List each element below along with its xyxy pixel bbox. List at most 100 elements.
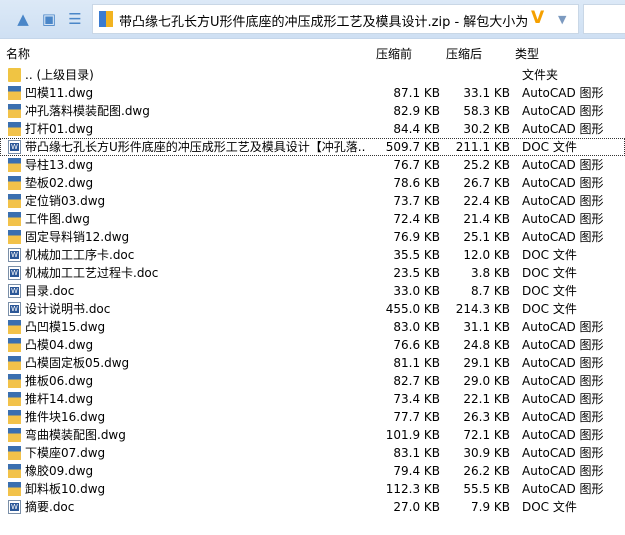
logo-v-icon: V — [531, 8, 545, 28]
file-row[interactable]: 固定导料销12.dwg 76.9 KB 25.1 KB AutoCAD 图形 — [0, 228, 625, 246]
column-header: 名称 压缩前 压缩后 类型 — [0, 42, 625, 62]
file-name: 推板06.dwg — [25, 374, 94, 388]
arrow-up-icon[interactable]: ▲ — [14, 10, 32, 28]
file-type: AutoCAD 图形 — [522, 230, 604, 244]
dwg-file-icon — [8, 320, 21, 334]
file-name: 冲孔落料模装配图.dwg — [25, 104, 150, 118]
file-type: AutoCAD 图形 — [522, 176, 604, 190]
address-bar[interactable]: 带凸缘七孔长方U形件底座的冲压成形工艺及模具设计.zip - 解包大小为 2.5… — [92, 4, 579, 34]
file-row[interactable]: 机械加工工序卡.doc 35.5 KB 12.0 KB DOC 文件 — [0, 246, 625, 264]
size-before: 76.6 KB — [393, 338, 440, 352]
file-row[interactable]: 工件图.dwg 72.4 KB 21.4 KB AutoCAD 图形 — [0, 210, 625, 228]
size-before: 76.7 KB — [393, 158, 440, 172]
list-icon[interactable]: ☰ — [66, 10, 84, 28]
file-row[interactable]: 凸模04.dwg 76.6 KB 24.8 KB AutoCAD 图形 — [0, 336, 625, 354]
file-row[interactable]: 推板06.dwg 82.7 KB 29.0 KB AutoCAD 图形 — [0, 372, 625, 390]
file-row[interactable]: 下模座07.dwg 83.1 KB 30.9 KB AutoCAD 图形 — [0, 444, 625, 462]
file-row[interactable]: 凸凹模15.dwg 83.0 KB 31.1 KB AutoCAD 图形 — [0, 318, 625, 336]
file-name: 橡胶09.dwg — [25, 464, 94, 478]
size-before: 87.1 KB — [393, 86, 440, 100]
file-row[interactable]: 导柱13.dwg 76.7 KB 25.2 KB AutoCAD 图形 — [0, 156, 625, 174]
file-type: AutoCAD 图形 — [522, 446, 604, 460]
file-type: AutoCAD 图形 — [522, 464, 604, 478]
file-row[interactable]: 目录.doc 33.0 KB 8.7 KB DOC 文件 — [0, 282, 625, 300]
size-after: 3.8 KB — [471, 266, 510, 280]
size-after: 12.0 KB — [463, 248, 510, 262]
dwg-file-icon — [8, 158, 21, 172]
size-after: 33.1 KB — [463, 86, 510, 100]
file-row[interactable]: 设计说明书.doc 455.0 KB 214.3 KB DOC 文件 — [0, 300, 625, 318]
size-before: 27.0 KB — [393, 500, 440, 514]
file-name: 工件图.dwg — [25, 212, 90, 226]
file-row[interactable]: 垫板02.dwg 78.6 KB 26.7 KB AutoCAD 图形 — [0, 174, 625, 192]
size-after: 58.3 KB — [463, 104, 510, 118]
file-row[interactable]: 凹模11.dwg 87.1 KB 33.1 KB AutoCAD 图形 — [0, 84, 625, 102]
dwg-file-icon — [8, 428, 21, 442]
file-type: DOC 文件 — [522, 302, 577, 316]
size-after: 30.2 KB — [463, 122, 510, 136]
dwg-file-icon — [8, 230, 21, 244]
doc-file-icon — [8, 140, 21, 154]
file-row[interactable]: 卸料板10.dwg 112.3 KB 55.5 KB AutoCAD 图形 — [0, 480, 625, 498]
file-type: AutoCAD 图形 — [522, 374, 604, 388]
size-before: 73.4 KB — [393, 392, 440, 406]
file-row[interactable]: 摘要.doc 27.0 KB 7.9 KB DOC 文件 — [0, 498, 625, 516]
zip-archive-icon — [99, 11, 113, 27]
file-row[interactable]: 橡胶09.dwg 79.4 KB 26.2 KB AutoCAD 图形 — [0, 462, 625, 480]
size-before: 79.4 KB — [393, 464, 440, 478]
file-row[interactable]: .. (上级目录) 文件夹 — [0, 66, 625, 84]
dwg-file-icon — [8, 356, 21, 370]
file-row[interactable]: 定位销03.dwg 73.7 KB 22.4 KB AutoCAD 图形 — [0, 192, 625, 210]
file-type: AutoCAD 图形 — [522, 86, 604, 100]
file-type: AutoCAD 图形 — [522, 212, 604, 226]
size-after: 29.1 KB — [463, 356, 510, 370]
file-type: DOC 文件 — [522, 140, 577, 154]
file-row[interactable]: 带凸缘七孔长方U形件底座的冲压成形工艺及模具设计【冲孔落... 509.7 KB… — [0, 138, 625, 156]
file-row[interactable]: 冲孔落料模装配图.dwg 82.9 KB 58.3 KB AutoCAD 图形 — [0, 102, 625, 120]
file-type: AutoCAD 图形 — [522, 320, 604, 334]
file-name: 推件块16.dwg — [25, 410, 106, 424]
size-after: 24.8 KB — [463, 338, 510, 352]
search-input[interactable] — [583, 4, 625, 34]
size-after: 72.1 KB — [463, 428, 510, 442]
size-before: 82.7 KB — [393, 374, 440, 388]
size-after: 29.0 KB — [463, 374, 510, 388]
doc-file-icon — [8, 266, 21, 280]
dwg-file-icon — [8, 212, 21, 226]
column-before[interactable]: 压缩前 — [376, 45, 412, 62]
size-after: 21.4 KB — [463, 212, 510, 226]
address-text: 带凸缘七孔长方U形件底座的冲压成形工艺及模具设计.zip - 解包大小为 2.5… — [119, 15, 531, 30]
file-type: DOC 文件 — [522, 500, 577, 514]
file-type: AutoCAD 图形 — [522, 104, 604, 118]
toolbar: ▲ ▣ ☰ 带凸缘七孔长方U形件底座的冲压成形工艺及模具设计.zip - 解包大… — [0, 0, 625, 39]
file-name: .. (上级目录) — [25, 68, 94, 82]
dwg-file-icon — [8, 176, 21, 190]
column-after[interactable]: 压缩后 — [446, 45, 482, 62]
file-row[interactable]: 机械加工工艺过程卡.doc 23.5 KB 3.8 KB DOC 文件 — [0, 264, 625, 282]
dwg-file-icon — [8, 86, 21, 100]
dwg-file-icon — [8, 122, 21, 136]
view-icon[interactable]: ▣ — [40, 10, 58, 28]
doc-file-icon — [8, 500, 21, 514]
chevron-down-icon[interactable]: ▼ — [558, 13, 566, 26]
dwg-file-icon — [8, 194, 21, 208]
file-row[interactable]: 打杆01.dwg 84.4 KB 30.2 KB AutoCAD 图形 — [0, 120, 625, 138]
dwg-file-icon — [8, 464, 21, 478]
column-name[interactable]: 名称 — [6, 45, 30, 62]
file-name: 凹模11.dwg — [25, 86, 94, 100]
file-type: DOC 文件 — [522, 284, 577, 298]
size-before: 72.4 KB — [393, 212, 440, 226]
dwg-file-icon — [8, 338, 21, 352]
file-row[interactable]: 凸模固定板05.dwg 81.1 KB 29.1 KB AutoCAD 图形 — [0, 354, 625, 372]
file-row[interactable]: 弯曲模装配图.dwg 101.9 KB 72.1 KB AutoCAD 图形 — [0, 426, 625, 444]
file-type: AutoCAD 图形 — [522, 410, 604, 424]
file-type: 文件夹 — [522, 68, 559, 82]
file-row[interactable]: 推件块16.dwg 77.7 KB 26.3 KB AutoCAD 图形 — [0, 408, 625, 426]
file-name: 定位销03.dwg — [25, 194, 106, 208]
dwg-file-icon — [8, 482, 21, 496]
size-before: 82.9 KB — [393, 104, 440, 118]
file-type: AutoCAD 图形 — [522, 356, 604, 370]
column-type[interactable]: 类型 — [515, 45, 539, 62]
file-row[interactable]: 推杆14.dwg 73.4 KB 22.1 KB AutoCAD 图形 — [0, 390, 625, 408]
doc-file-icon — [8, 302, 21, 316]
